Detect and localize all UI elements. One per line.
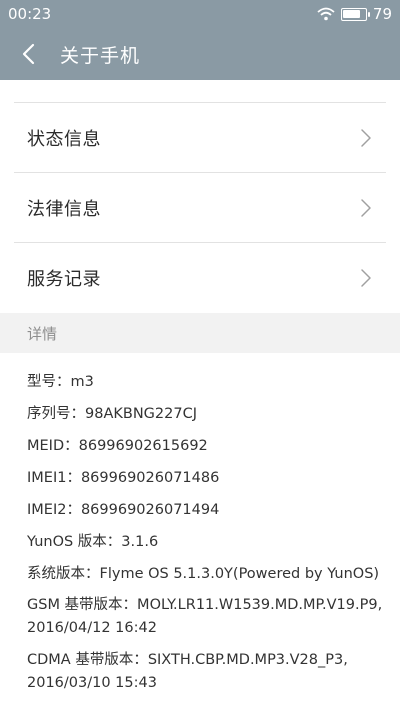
detail-yunos-version: YunOS 版本：3.1.6: [27, 534, 159, 550]
detail-imei1: IMEI1：869969026071486: [27, 470, 220, 486]
status-time: 00:23: [8, 5, 52, 23]
menu-item-legal-info[interactable]: 法律信息: [0, 173, 400, 243]
chevron-left-icon: [22, 43, 35, 65]
menu-item-label: 服务记录: [27, 269, 101, 290]
page-title: 关于手机: [60, 44, 141, 67]
chevron-right-icon: [361, 199, 371, 217]
status-bar: 00:23 79: [0, 0, 400, 28]
menu-item-service-records[interactable]: 服务记录: [0, 243, 400, 313]
menu-item-label: 状态信息: [27, 129, 101, 150]
detail-imei2: IMEI2：869969026071494: [27, 502, 220, 518]
detail-model: 型号：m3: [27, 374, 94, 390]
detail-cdma-baseband: CDMA 基带版本：SIXTH.CBP.MD.MP3.V28_P3, 2016/…: [27, 652, 348, 691]
detail-meid: MEID：86996902615692: [27, 438, 208, 454]
section-header-details: 详情: [0, 313, 400, 353]
wifi-icon: [317, 7, 335, 21]
details-list: 型号：m3 序列号：98AKBNG227CJ MEID：869969026156…: [27, 366, 387, 700]
battery-percentage: 79: [372, 5, 392, 23]
battery-level-fill: [343, 10, 360, 18]
back-button[interactable]: [14, 34, 44, 74]
menu-item-label: 法律信息: [27, 199, 101, 220]
detail-system-version: 系统版本：Flyme OS 5.1.3.0Y(Powered by YunOS): [27, 566, 380, 582]
battery-icon: [340, 7, 370, 21]
app-header: 00:23 79 关于手机: [0, 0, 400, 80]
title-bar: 关于手机: [0, 28, 400, 80]
chevron-right-icon: [361, 269, 371, 287]
menu-list: 状态信息 法律信息 服务记录: [0, 103, 400, 313]
status-icons: 79: [317, 5, 392, 23]
chevron-right-icon: [361, 129, 371, 147]
detail-serial-number: 序列号：98AKBNG227CJ: [27, 406, 197, 422]
detail-gsm-baseband: GSM 基带版本：MOLY.LR11.W1539.MD.MP.V19.P9, 2…: [27, 597, 383, 636]
menu-item-status-info[interactable]: 状态信息: [0, 103, 400, 173]
